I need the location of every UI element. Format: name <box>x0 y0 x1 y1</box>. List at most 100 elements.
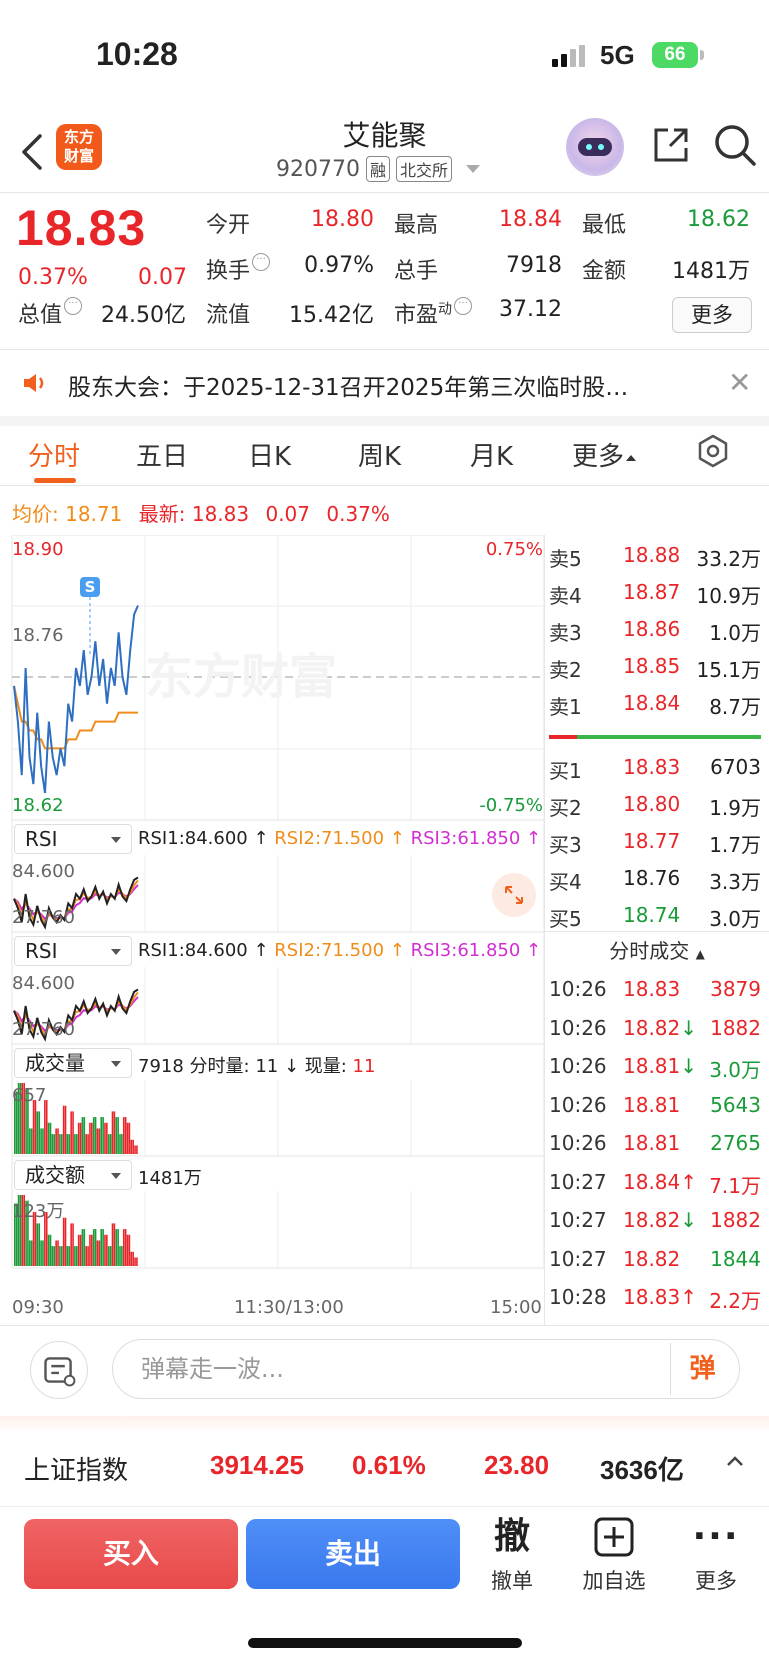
volume-bar <box>109 1246 112 1266</box>
chevron-up-icon[interactable] <box>726 1454 744 1468</box>
high-value: 18.84 <box>499 207 562 232</box>
tab-daily-k[interactable]: 日K <box>248 436 291 473</box>
buy-button[interactable]: 买入 <box>24 1519 238 1589</box>
rsi-axis-bottom: 27.760 <box>12 907 75 928</box>
stock-code-selector[interactable]: 920770 融 北交所 <box>276 156 481 182</box>
ask-row[interactable]: 卖1 18.84 8.7万 <box>545 685 769 721</box>
more-actions-button[interactable]: ··· 更多 <box>676 1515 756 1595</box>
add-icon <box>594 1517 634 1557</box>
ai-assistant-avatar[interactable] <box>566 118 624 176</box>
bid-row[interactable]: 买2 18.80 1.9万 <box>545 786 769 822</box>
volume-bar <box>121 1134 123 1154</box>
ask-row[interactable]: 卖2 18.85 15.1万 <box>545 648 769 684</box>
tab-five-day[interactable]: 五日 <box>136 436 188 473</box>
time-label-open: 09:30 <box>12 1297 64 1318</box>
tick-price: 18.81 <box>623 1131 681 1155</box>
sell-button[interactable]: 卖出 <box>246 1519 460 1589</box>
level-label: 卖3 <box>549 621 582 645</box>
volume-bar <box>134 1145 136 1154</box>
danmu-button[interactable]: 弹 <box>670 1343 734 1395</box>
level-price: 18.76 <box>623 866 681 890</box>
chevron-down-icon <box>111 837 121 843</box>
volume-bar <box>38 1111 41 1154</box>
cancel-order-button[interactable]: 撤 撤单 <box>472 1515 552 1595</box>
amount-info: 1481万 <box>138 1168 202 1189</box>
rsi-axis-top: 84.600 <box>12 861 75 882</box>
info-icon[interactable]: ··· <box>64 297 83 315</box>
svg-text:东方财富: 东方财富 <box>145 649 337 705</box>
volume-bar <box>117 1117 119 1154</box>
bid-row[interactable]: 买5 18.74 3.0万 <box>545 897 769 933</box>
ask-row[interactable]: 卖5 18.88 33.2万 <box>545 537 769 573</box>
volume-bar <box>102 1229 104 1266</box>
volume-bar <box>60 1246 63 1266</box>
tick-time: 10:27 <box>549 1169 607 1194</box>
volume-bar <box>126 1122 129 1154</box>
volume-bar <box>72 1111 74 1154</box>
tab-intraday[interactable]: 分时 <box>28 436 80 473</box>
index-value: 3914.25 <box>210 1450 304 1480</box>
change-percent: 0.37% <box>18 265 88 290</box>
indicator-select-amount[interactable]: 成交额 <box>14 1160 132 1190</box>
close-icon[interactable]: ✕ <box>728 366 751 399</box>
bid-row[interactable]: 买4 18.76 3.3万 <box>545 860 769 896</box>
volume-bar <box>29 1128 31 1154</box>
volume-bar <box>104 1234 106 1266</box>
volume-bar <box>122 1229 125 1266</box>
volume-bar <box>100 1229 103 1266</box>
volume-bar <box>76 1134 78 1154</box>
tick-time: 10:26 <box>549 977 607 1001</box>
pct-axis-top: 0.75% <box>485 539 543 560</box>
volume-bar <box>59 1134 61 1154</box>
intraday-chart[interactable]: 东方财富 18.90 18.76 18.62 0.75% -0.75% S RS… <box>0 535 545 1325</box>
level-price: 18.85 <box>623 654 681 678</box>
last-change: 0.07 <box>265 502 310 526</box>
level-volume: 10.9万 <box>696 584 761 608</box>
volume-bar <box>53 1246 56 1266</box>
s-marker[interactable]: S <box>80 577 100 597</box>
volume-bar <box>87 1134 89 1154</box>
ask-row[interactable]: 卖4 18.87 10.9万 <box>545 574 769 610</box>
volume-bar <box>119 1134 121 1154</box>
info-icon[interactable]: ··· <box>252 253 271 271</box>
divider <box>0 485 769 486</box>
share-icon[interactable] <box>650 124 692 166</box>
level-label: 卖2 <box>549 658 582 682</box>
ticks-title[interactable]: 分时成交 ▲ <box>545 935 769 964</box>
tab-weekly-k[interactable]: 周K <box>358 436 401 473</box>
low-value: 18.62 <box>687 207 750 232</box>
notice-bar[interactable]: 股东大会：于2025-12-31召开2025年第三次临时股… ✕ <box>0 350 769 416</box>
indicator-select-rsi-2[interactable]: RSI <box>14 936 132 966</box>
turnover-label-text: 换手 <box>206 259 251 284</box>
tick-time: 10:27 <box>549 1208 607 1232</box>
tick-volume: 3.0万 <box>709 1058 761 1082</box>
bid-row[interactable]: 买1 18.83 6703 <box>545 749 769 785</box>
level-volume: 3.3万 <box>709 870 761 894</box>
tab-monthly-k[interactable]: 月K <box>470 436 513 473</box>
volume-bar <box>115 1229 118 1266</box>
more-quote-button[interactable]: 更多 <box>672 297 752 333</box>
comment-settings-icon[interactable] <box>30 1341 88 1399</box>
last-price: 18.83 <box>16 200 147 256</box>
indicator-select-rsi-1[interactable]: RSI <box>14 824 132 854</box>
info-icon[interactable]: ··· <box>454 297 473 315</box>
robot-eye-right <box>598 144 604 150</box>
volume-bar <box>72 1223 74 1266</box>
indicator-select-volume[interactable]: 成交量 <box>14 1048 132 1078</box>
danmu-input[interactable]: 弹幕走一波... <box>112 1339 740 1399</box>
pe-sup: 动 <box>438 301 453 318</box>
gear-icon[interactable] <box>696 434 730 468</box>
ask-row[interactable]: 卖3 18.86 1.0万 <box>545 611 769 647</box>
cancel-label: 撤单 <box>491 1569 533 1593</box>
pct-axis-bottom: -0.75% <box>479 795 543 816</box>
comment-bar: 弹幕走一波... 弹 <box>0 1325 769 1415</box>
volume-bar <box>62 1217 65 1266</box>
chart-canvas[interactable]: 东方财富 <box>0 535 545 1325</box>
volume-bar <box>44 1100 46 1154</box>
tab-more[interactable]: 更多 <box>572 436 637 473</box>
volume-bar <box>34 1100 37 1154</box>
index-ticker-bar[interactable]: 上证指数 3914.25 0.61% 23.80 3636亿 <box>0 1416 769 1506</box>
add-watchlist-button[interactable]: 加自选 <box>574 1515 654 1595</box>
bid-row[interactable]: 买3 18.77 1.7万 <box>545 823 769 859</box>
search-icon[interactable] <box>712 122 758 168</box>
